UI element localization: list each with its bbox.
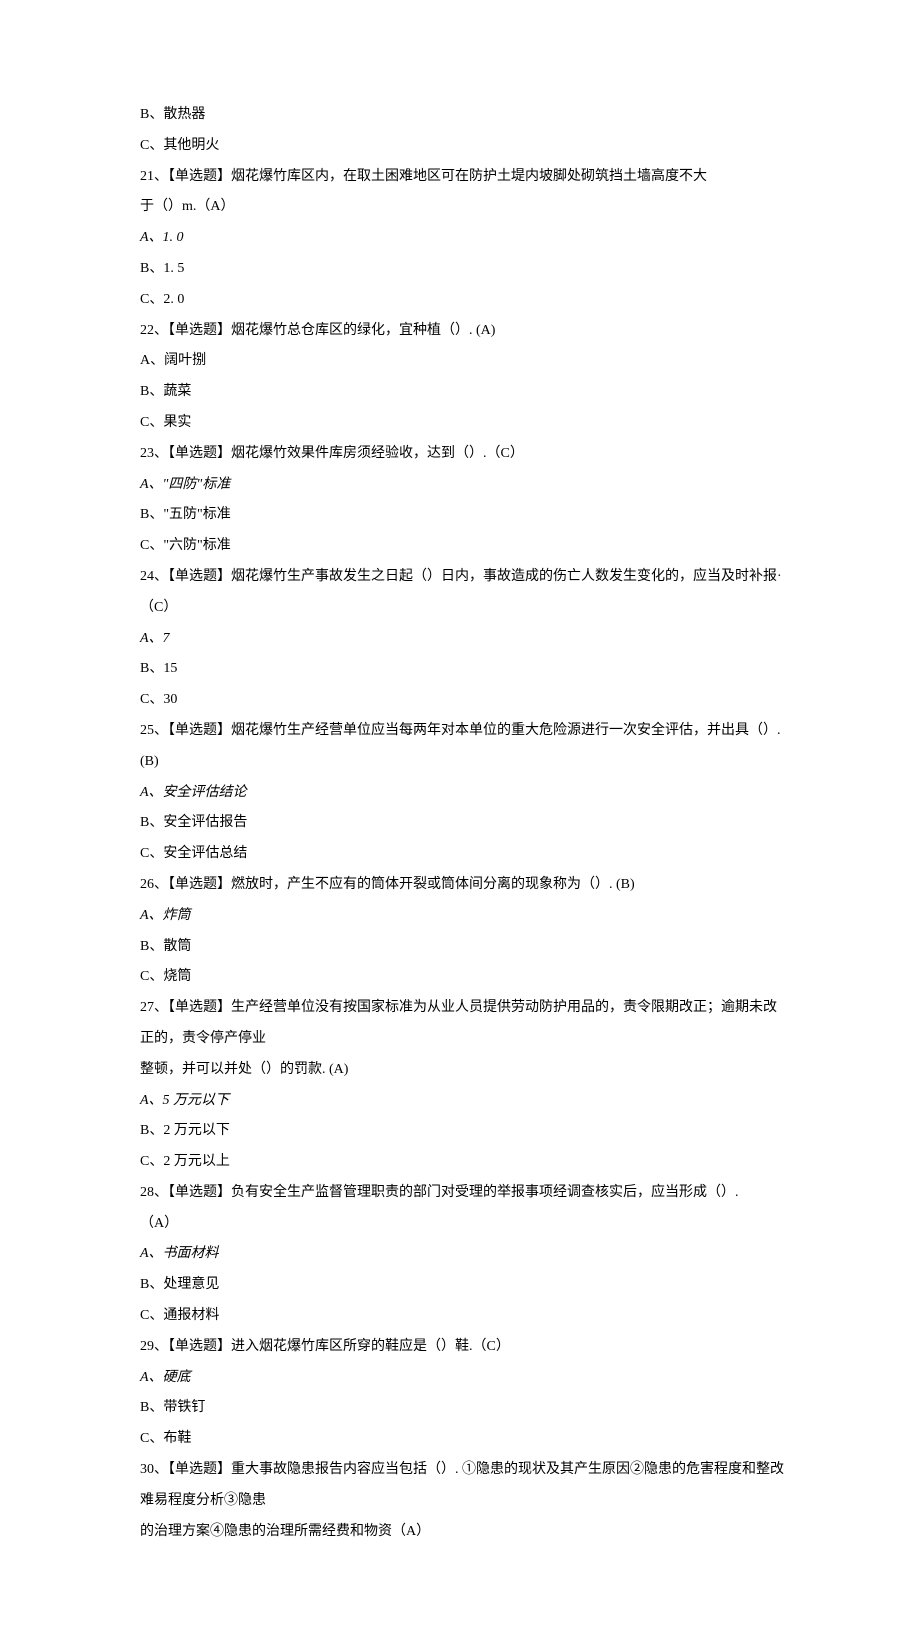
text-line: （A） [140, 1209, 790, 1240]
text-line: 27、【单选题】生产经营单位没有按国家标准为从业人员提供劳动防护用品的，责令限期… [140, 993, 790, 1055]
text-line: 23、【单选题】烟花爆竹效果件库房须经验收，达到（）.（C） [140, 439, 790, 470]
text-line: C、布鞋 [140, 1424, 790, 1455]
text-line: B、安全评估报告 [140, 808, 790, 839]
text-line: 30、【单选题】重大事故隐患报告内容应当包括（）. ①隐患的现状及其产生原因②隐… [140, 1455, 790, 1517]
text-line: C、30 [140, 685, 790, 716]
text-line: A、硬底 [140, 1363, 790, 1394]
text-line: A、安全评估结论 [140, 778, 790, 809]
text-line: B、"五防"标准 [140, 500, 790, 531]
text-line: B、蔬菜 [140, 377, 790, 408]
text-line: A、炸筒 [140, 901, 790, 932]
text-line: 于（）m.（A） [140, 192, 790, 223]
text-line: B、散热器 [140, 100, 790, 131]
text-line: 29、【单选题】进入烟花爆竹库区所穿的鞋应是（）鞋.（C） [140, 1332, 790, 1363]
text-line: C、果实 [140, 408, 790, 439]
text-line: 的治理方案④隐患的治理所需经费和物资（A） [140, 1517, 790, 1548]
text-line: C、其他明火 [140, 131, 790, 162]
text-line: A、1. 0 [140, 223, 790, 254]
document-body: B、散热器C、其他明火21、【单选题】烟花爆竹库区内，在取土困难地区可在防护土堤… [140, 100, 790, 1547]
text-line: A、"四防"标准 [140, 470, 790, 501]
text-line: A、7 [140, 624, 790, 655]
text-line: C、2 万元以上 [140, 1147, 790, 1178]
text-line: C、2. 0 [140, 285, 790, 316]
text-line: C、安全评估总结 [140, 839, 790, 870]
text-line: C、烧筒 [140, 962, 790, 993]
text-line: B、带铁钉 [140, 1393, 790, 1424]
text-line: 21、【单选题】烟花爆竹库区内，在取土困难地区可在防护土堤内坡脚处砌筑挡土墙高度… [140, 162, 790, 193]
text-line: B、处理意见 [140, 1270, 790, 1301]
text-line: 22、【单选题】烟花爆竹总仓库区的绿化，宜种植（）. (A) [140, 316, 790, 347]
text-line: C、通报材料 [140, 1301, 790, 1332]
text-line: 26、【单选题】燃放时，产生不应有的筒体开裂或筒体间分离的现象称为（）. (B) [140, 870, 790, 901]
text-line: C、"六防"标准 [140, 531, 790, 562]
text-line: 28、【单选题】负有安全生产监督管理职责的部门对受理的举报事项经调查核实后，应当… [140, 1178, 790, 1209]
text-line: B、1. 5 [140, 254, 790, 285]
text-line: B、15 [140, 654, 790, 685]
text-line: A、书面材料 [140, 1239, 790, 1270]
text-line: A、5 万元以下 [140, 1086, 790, 1117]
text-line: A、阔叶捌 [140, 346, 790, 377]
text-line: B、2 万元以下 [140, 1116, 790, 1147]
text-line: 24、【单选题】烟花爆竹生产事故发生之日起（）日内，事故造成的伤亡人数发生变化的… [140, 562, 790, 624]
text-line: 25、【单选题】烟花爆竹生产经营单位应当每两年对本单位的重大危险源进行一次安全评… [140, 716, 790, 778]
text-line: B、散筒 [140, 932, 790, 963]
text-line: 整顿，并可以并处（）的罚款. (A) [140, 1055, 790, 1086]
